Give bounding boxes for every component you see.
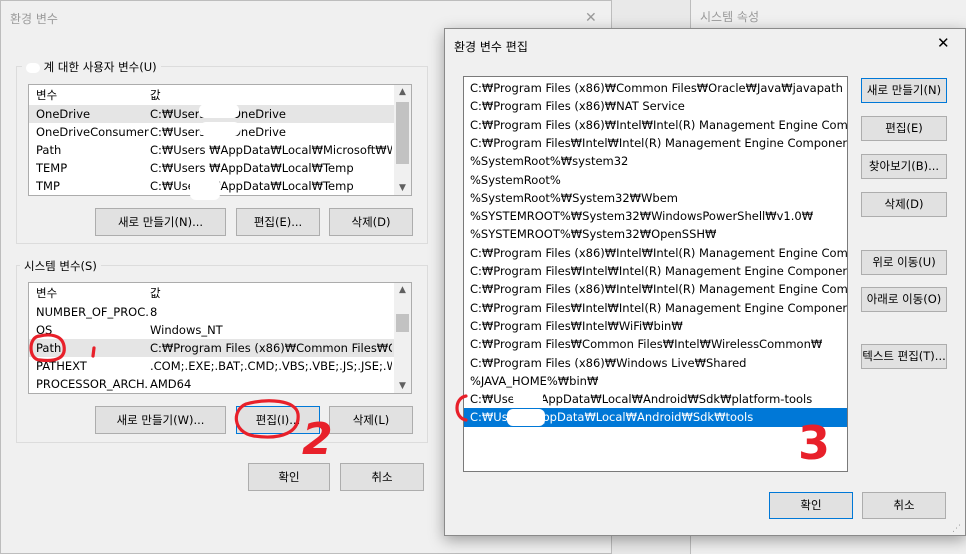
annotation-circle-path — [29, 333, 66, 363]
annotation-overlay — [29, 333, 468, 439]
annotation-circle-edit — [234, 399, 300, 439]
annotation-number-2: 2 — [302, 414, 333, 465]
annotation-number-3: 3 — [798, 416, 831, 470]
annotation-bracket — [455, 394, 468, 422]
annotation-tick — [91, 346, 96, 358]
